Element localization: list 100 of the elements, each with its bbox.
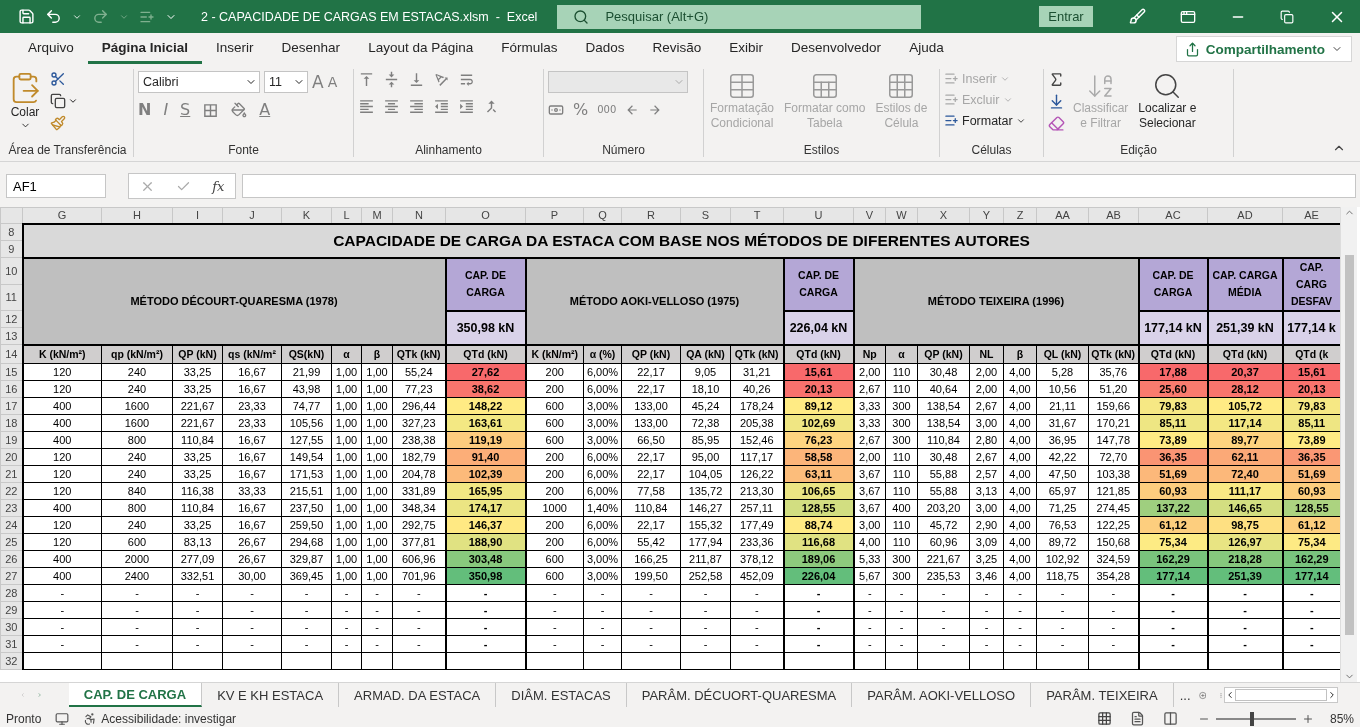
scroll-right-icon[interactable]	[1327, 690, 1337, 700]
column-letter[interactable]: P	[525, 207, 584, 224]
copy-icon[interactable]	[50, 93, 66, 109]
fill-icon[interactable]	[1048, 93, 1065, 110]
ribbon-tab[interactable]: Revisão	[638, 34, 716, 64]
font-size-select[interactable]: 11	[264, 71, 308, 93]
brush-icon[interactable]	[1129, 8, 1146, 25]
column-letter[interactable]: U	[783, 207, 854, 224]
font-color-button[interactable]: A	[259, 101, 271, 119]
zoom-thumb[interactable]	[1249, 711, 1254, 726]
ribbon-tab[interactable]: Layout da Página	[354, 34, 488, 64]
row-number[interactable]: 11	[0, 284, 23, 311]
ribbon-tab[interactable]: Exibir	[715, 34, 778, 64]
column-letter[interactable]: AB	[1088, 207, 1139, 224]
column-letter[interactable]: W	[885, 207, 918, 224]
caret-icon[interactable]	[68, 96, 78, 106]
shrink-font-button[interactable]: A	[327, 73, 338, 91]
column-letter[interactable]: L	[331, 207, 362, 224]
align-center-icon[interactable]	[383, 98, 400, 115]
ribbon-tab[interactable]: Dados	[571, 34, 639, 64]
ribbon-tab[interactable]: Arquivo	[14, 34, 88, 64]
column-letter[interactable]: X	[917, 207, 970, 224]
formula-field[interactable]	[242, 174, 1356, 198]
column-letter[interactable]: J	[222, 207, 282, 224]
bold-button[interactable]: N	[138, 101, 152, 119]
align-middle-icon[interactable]	[383, 71, 400, 88]
row-number[interactable]: 10	[0, 257, 23, 284]
redo-icon[interactable]	[92, 8, 109, 25]
column-letter[interactable]: R	[621, 207, 681, 224]
page-layout-icon[interactable]	[1129, 711, 1145, 726]
zoom-in-icon[interactable]	[1301, 712, 1314, 725]
grow-font-button[interactable]: A	[312, 73, 324, 91]
font-select[interactable]: Calibri	[138, 71, 260, 93]
result-value: 177,14 k	[1282, 310, 1340, 345]
borders-icon[interactable]	[202, 101, 220, 119]
ribbon-tab[interactable]: Inserir	[202, 34, 268, 64]
share-button[interactable]: Compartilhamento	[1175, 36, 1352, 62]
thousands-button[interactable]: 000	[597, 101, 617, 119]
column-letter[interactable]: I	[172, 207, 223, 224]
fill-color-icon[interactable]	[231, 102, 248, 118]
cells-icon	[944, 113, 959, 128]
restore-icon[interactable]	[1280, 9, 1294, 24]
search-field[interactable]: Pesquisar (Alt+G)	[557, 4, 922, 29]
align-left-icon[interactable]	[358, 98, 375, 115]
insert-function-button[interactable]: fx	[212, 178, 225, 194]
sheet-tab[interactable]: CAP. DE CARGA	[68, 683, 203, 707]
column-letter[interactable]: AA	[1036, 207, 1089, 224]
ribbon-display-icon[interactable]	[1180, 8, 1196, 25]
currency-icon[interactable]	[548, 102, 564, 118]
scroll-left-icon[interactable]	[1225, 690, 1235, 700]
result-value: 177,14 kN	[1138, 310, 1208, 345]
column-letter[interactable]: G	[22, 207, 102, 224]
percent-button[interactable]: %	[573, 101, 589, 119]
cells-button[interactable]: Formatar	[944, 113, 1026, 128]
column-letter[interactable]: Q	[583, 207, 622, 224]
paste-button[interactable]: Colar	[6, 71, 44, 131]
align-bottom-icon[interactable]	[408, 71, 425, 88]
column-letter[interactable]: Y	[969, 207, 1004, 224]
column-letter[interactable]: N	[392, 207, 446, 224]
column-letter[interactable]: AD	[1207, 207, 1283, 224]
ribbon-tab[interactable]: Desenhar	[267, 34, 355, 64]
column-letter[interactable]: H	[101, 207, 173, 224]
sign-in-button[interactable]: Entrar	[1039, 6, 1093, 27]
accessibility-icon[interactable]	[83, 711, 98, 726]
column-letter[interactable]: AC	[1138, 207, 1208, 224]
cut-icon[interactable]	[50, 71, 66, 87]
undo-icon[interactable]	[45, 8, 62, 25]
group-label: Edição	[1120, 143, 1157, 157]
column-letter[interactable]: V	[853, 207, 886, 224]
normal-view-icon[interactable]	[1096, 711, 1112, 726]
column-letter[interactable]: T	[730, 207, 784, 224]
decrease-decimal-icon[interactable]	[625, 103, 640, 117]
ribbon-tab[interactable]: Fórmulas	[487, 34, 572, 64]
column-letter[interactable]: O	[445, 207, 526, 224]
decrease-indent-icon[interactable]	[433, 98, 450, 115]
result-value: 350,98 kN	[445, 310, 526, 345]
page-break-icon[interactable]	[1162, 711, 1178, 726]
editing-button[interactable]: Localizar e Selecionar	[1136, 71, 1199, 131]
orientation-icon[interactable]	[433, 71, 450, 88]
more-sheets-button[interactable]: ...	[1179, 687, 1191, 703]
horizontal-scrollbar[interactable]	[1224, 687, 1338, 703]
name-box[interactable]: AF1	[6, 174, 106, 198]
ribbon-tab[interactable]: Ajuda	[895, 34, 958, 64]
ribbon-tab[interactable]: Desenvolvedor	[777, 34, 896, 64]
vertical-scrollbar[interactable]	[1340, 207, 1357, 682]
italic-button[interactable]: I	[163, 101, 169, 119]
column-letter[interactable]: K	[281, 207, 332, 224]
accessibility-status[interactable]: Acessibilidade: investigar	[101, 711, 237, 726]
save-icon[interactable]	[18, 8, 35, 25]
align-top-icon[interactable]	[358, 71, 375, 88]
ribbon-tab[interactable]: Página Inicial	[87, 34, 203, 64]
increase-indent-icon[interactable]	[458, 98, 475, 115]
align-right-icon[interactable]	[408, 98, 425, 115]
format-painter-icon[interactable]	[50, 115, 66, 131]
column-letter[interactable]: AE	[1282, 207, 1340, 224]
column-letter[interactable]: Z	[1003, 207, 1037, 224]
eraser-icon[interactable]	[1048, 115, 1065, 132]
column-letter[interactable]: M	[361, 207, 393, 224]
underline-button[interactable]: S	[180, 101, 191, 119]
column-letter[interactable]: S	[680, 207, 731, 224]
